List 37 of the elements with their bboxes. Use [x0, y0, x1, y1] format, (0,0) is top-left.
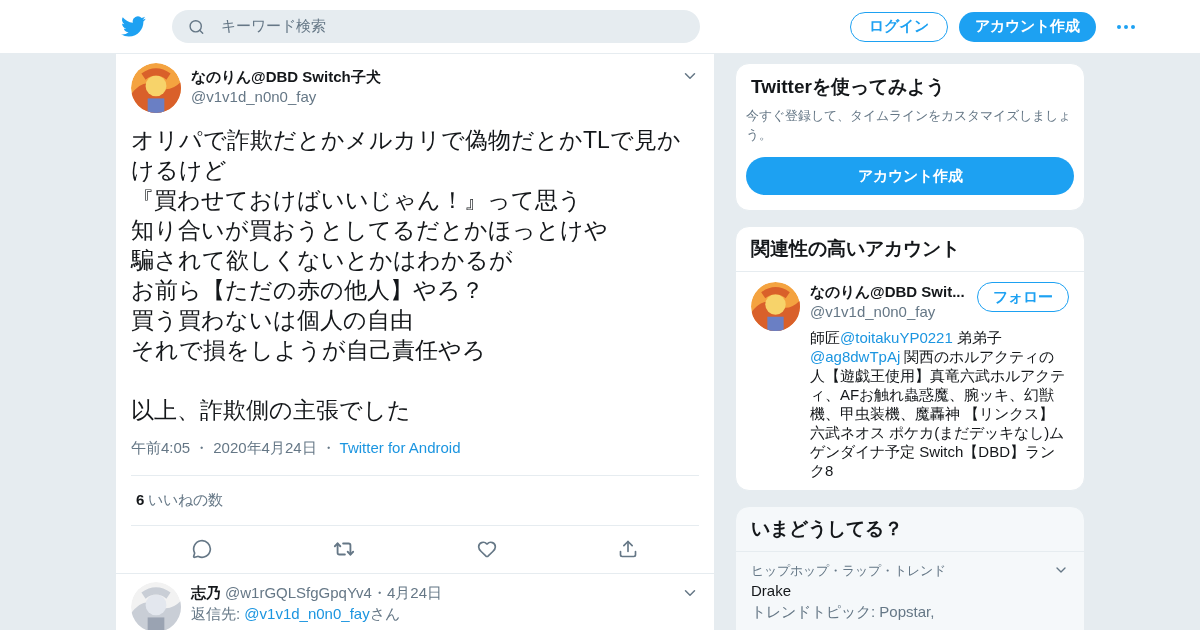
search-input[interactable]: キーワード検索 [220, 15, 684, 38]
trend-category: ヒップホップ・ラップ・トレンド [751, 562, 947, 580]
mention-link[interactable]: @ag8dwTpAj [810, 348, 901, 365]
trend-topic: トレンドトピック: Popstar, [751, 602, 936, 622]
bird-logo-icon[interactable] [121, 14, 146, 39]
search-field[interactable]: キーワード検索 [172, 10, 700, 43]
user-handle: @w1rGQLSfgGpqYv4 [225, 582, 372, 603]
tweet-date: 2020年4月24日 [213, 438, 317, 458]
card-title: いまどうしてる？ [736, 507, 1084, 552]
display-name[interactable]: なのりん@DBD Switch子犬 [191, 67, 681, 87]
source-link[interactable]: Twitter for Android [339, 437, 461, 460]
tweet-time: 午前4:05 [131, 438, 191, 458]
likes-count[interactable]: 6 [136, 488, 145, 512]
signup-button[interactable]: アカウント作成 [959, 11, 1096, 42]
card-title: 関連性の高いアカウント [736, 227, 1084, 272]
display-name[interactable]: なのりん@DBD Swit... [810, 282, 965, 302]
trend-name[interactable]: Drake [751, 580, 1053, 602]
mention-link[interactable]: @v1v1d_n0n0_fay [244, 604, 370, 622]
share-icon[interactable] [618, 539, 639, 559]
separator-dot: ・ [193, 438, 211, 458]
separator-dot: ・ [319, 438, 337, 458]
card-title: Twitterを使ってみよう [750, 75, 946, 99]
user-bio: 師匠@toitakuYP0221 弟弟子 @ag8dwTpAj 関西のホルアクティの人【遊戯王使用】真竜六武ホルアクティ、AFお触れ蟲惑魔、腕ッキ、幻獣機、甲虫装機、魔轟神 【リンクス】六武ネオス ポケカ(まだデッキなし)ムゲンダイナ予定 Switch【DBD】ランク8 [810, 328, 1066, 480]
separator-dot: ・ [371, 582, 387, 603]
search-icon [188, 17, 205, 36]
mention-link[interactable]: @toitakuYP0221 [840, 329, 953, 346]
likes-label[interactable]: いいねの数 [148, 488, 224, 512]
tweet-text: オリパで詐欺だとかメルカリで偽物だとかTLで見か けるけど 『買わせておけばいいじゃん！』って思う 知り合いが買おうとしてるだとかほっとけや 騙されて欲しくないとかはわかるが お前ら【ただの赤の他人】やろ？ 買う買わないは個人の自由 それで損をしようが自己責任やろ 以上、詐欺側の主張でした [129, 126, 682, 425]
card-description: 今すぐ登録して、タイムラインをカスタマイズしましょう。 [746, 107, 1072, 144]
display-name[interactable]: 志乃 [191, 581, 221, 603]
signup-button[interactable]: アカウント作成 [746, 157, 1074, 195]
tweet-date: 4月24日 [386, 582, 442, 603]
user-handle: @v1v1d_n0n0_fay [810, 302, 937, 322]
reply-icon[interactable] [191, 539, 212, 559]
reply-to-text: 返信先: @v1v1d_n0n0_fayさん [191, 603, 401, 624]
user-handle: @v1v1d_n0n0_fay [191, 87, 318, 107]
heart-icon[interactable] [476, 539, 497, 559]
